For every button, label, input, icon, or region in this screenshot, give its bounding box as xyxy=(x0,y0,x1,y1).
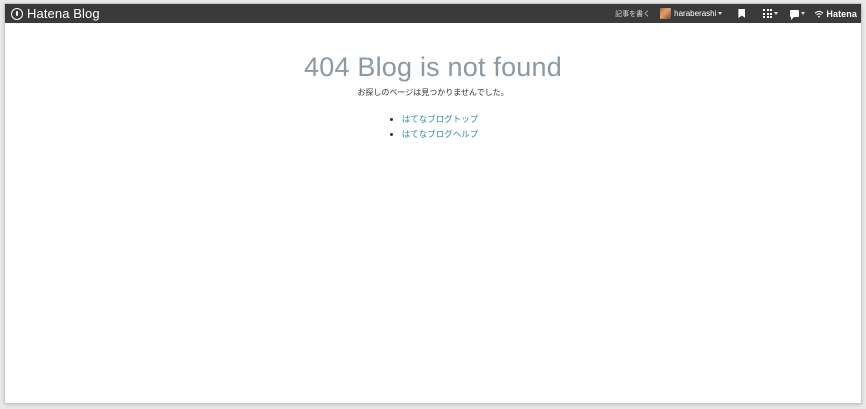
user-menu[interactable]: haraberashi xyxy=(660,8,723,19)
not-found-message: お探しのページは見つかりませんでした。 xyxy=(357,88,509,97)
logo-text: Hatena Blog xyxy=(27,6,100,21)
avatar xyxy=(660,8,672,19)
chevron-down-icon xyxy=(801,12,806,15)
global-header: Hatena Blog 記事を書く haraberashi Hatena xyxy=(5,4,861,23)
grid-icon xyxy=(763,9,773,18)
blog-top-link[interactable]: はてなブログトップ xyxy=(402,114,479,124)
help-links: はてなブログトップ はてなブログヘルプ xyxy=(388,112,479,142)
hatena-logo-icon xyxy=(815,10,824,17)
brand-text: Hatena xyxy=(826,8,857,19)
bookmark-icon[interactable] xyxy=(738,9,746,18)
list-item: はてなブログトップ xyxy=(402,112,479,127)
main-content: 404 Blog is not found お探しのページは見つかりませんでした… xyxy=(5,51,861,142)
header-tools: 記事を書く haraberashi Hatena xyxy=(615,4,857,23)
apps-menu-button[interactable] xyxy=(763,9,779,18)
hatena-brand-link[interactable]: Hatena xyxy=(814,9,857,19)
hatena-blog-logo[interactable]: Hatena Blog xyxy=(11,4,100,23)
hatena-blog-logo-icon xyxy=(11,7,23,20)
notifications-button[interactable] xyxy=(790,10,806,20)
write-article-link[interactable]: 記事を書く xyxy=(615,9,650,19)
username: haraberashi xyxy=(674,9,717,18)
chevron-down-icon xyxy=(774,12,779,15)
page-title: 404 Blog is not found xyxy=(304,52,562,82)
list-item: はてなブログヘルプ xyxy=(402,127,479,142)
speech-bubble-icon xyxy=(790,10,800,20)
blog-help-link[interactable]: はてなブログヘルプ xyxy=(402,129,479,139)
chevron-down-icon xyxy=(718,12,723,15)
browser-window: Hatena Blog 記事を書く haraberashi Hatena 404… xyxy=(5,4,861,403)
